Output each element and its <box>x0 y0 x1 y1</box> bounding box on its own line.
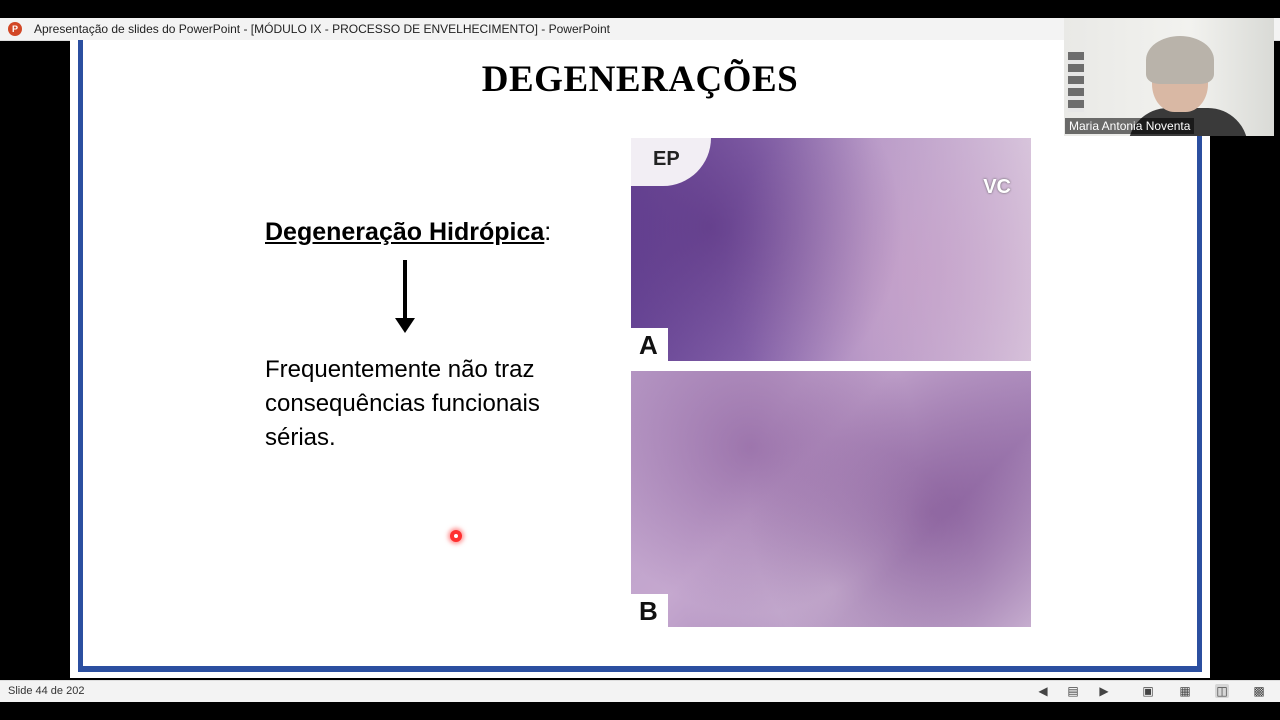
statusbar: Slide 44 de 202 ◀ ▤ ▶ ▣ ▦ ◫ ▩ <box>0 680 1280 702</box>
subheading-colon: : <box>544 218 552 246</box>
panel-b-label: B <box>631 594 668 627</box>
previous-slide-icon[interactable]: ◀ <box>1036 684 1050 698</box>
slide-menu-icon[interactable]: ▤ <box>1066 684 1080 698</box>
panel-a-label: A <box>631 328 668 361</box>
reading-view-icon[interactable]: ◫ <box>1215 684 1229 698</box>
down-arrow-icon <box>403 260 407 320</box>
slide-sorter-icon[interactable]: ▦ <box>1178 684 1192 698</box>
slide-subheading: Degeneração Hidrópica: <box>265 218 551 247</box>
normal-view-icon[interactable]: ▣ <box>1141 684 1155 698</box>
subheading-text: Degeneração Hidrópica <box>265 218 545 246</box>
participant-hair <box>1146 36 1214 84</box>
slide-counter: Slide 44 de 202 <box>8 685 85 697</box>
arrow-head <box>395 318 415 333</box>
next-slide-icon[interactable]: ▶ <box>1097 684 1111 698</box>
window-title: Apresentação de slides do PowerPoint - [… <box>34 22 610 36</box>
participant-name: Maria Antonia Noventa <box>1065 118 1195 134</box>
laser-pointer <box>450 530 462 542</box>
slide-body-text: Frequentemente não traz consequências fu… <box>265 356 540 451</box>
label-vc: VC <box>983 176 1011 198</box>
powerpoint-icon: P <box>8 22 22 36</box>
micrograph-panel-b: B <box>631 371 1031 627</box>
slideshow-icon[interactable]: ▩ <box>1252 684 1266 698</box>
micrograph-panel-a: EP VC A <box>631 138 1031 361</box>
background-wall <box>1068 52 1084 112</box>
participant-video[interactable]: Maria Antonia Noventa <box>1064 18 1274 136</box>
label-ep: EP <box>631 138 711 186</box>
